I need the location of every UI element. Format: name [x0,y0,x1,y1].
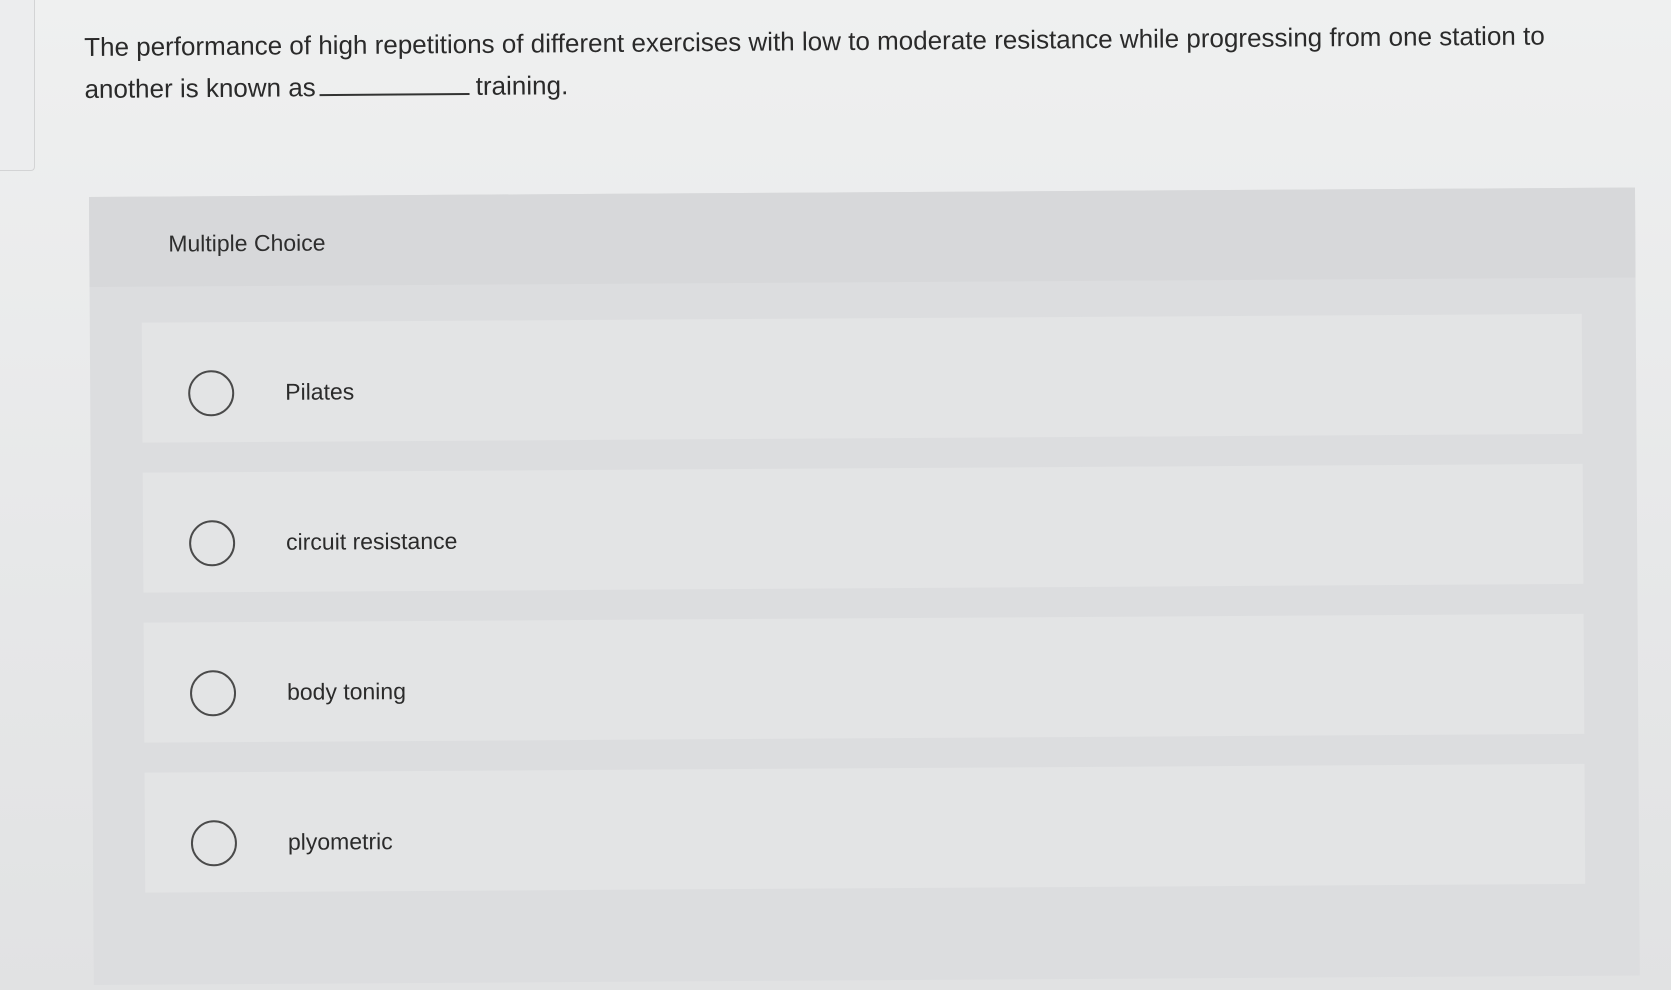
radio-button[interactable] [188,370,235,417]
answer-option-plyometric[interactable]: plyometric [144,763,1586,893]
answer-blank [319,70,470,97]
answer-option-label: body toning [286,678,407,705]
answer-option-label: plyometric [287,828,393,855]
radio-button[interactable] [189,670,237,717]
radio-button[interactable] [188,520,236,567]
question-text-after-blank: training. [475,70,569,101]
question-text-before-blank: The performance of high repetitions of d… [84,20,1545,104]
answer-option-circuit-resistance[interactable]: circuit resistance [142,463,1584,593]
question-text: The performance of high repetitions of d… [84,14,1605,110]
radio-button[interactable] [190,820,238,867]
answer-option-label: Pilates [285,378,355,405]
answer-option-body-toning[interactable]: body toning [143,613,1585,743]
multiple-choice-header: Multiple Choice [89,187,1636,287]
multiple-choice-panel: Multiple Choice Pilates circuit resistan… [89,187,1640,985]
left-panel-edge [0,0,35,171]
answer-option-label: circuit resistance [286,527,458,555]
answer-option-pilates[interactable]: Pilates [141,313,1583,443]
quiz-page: The performance of high repetitions of d… [0,0,1671,990]
multiple-choice-title: Multiple Choice [168,229,326,257]
